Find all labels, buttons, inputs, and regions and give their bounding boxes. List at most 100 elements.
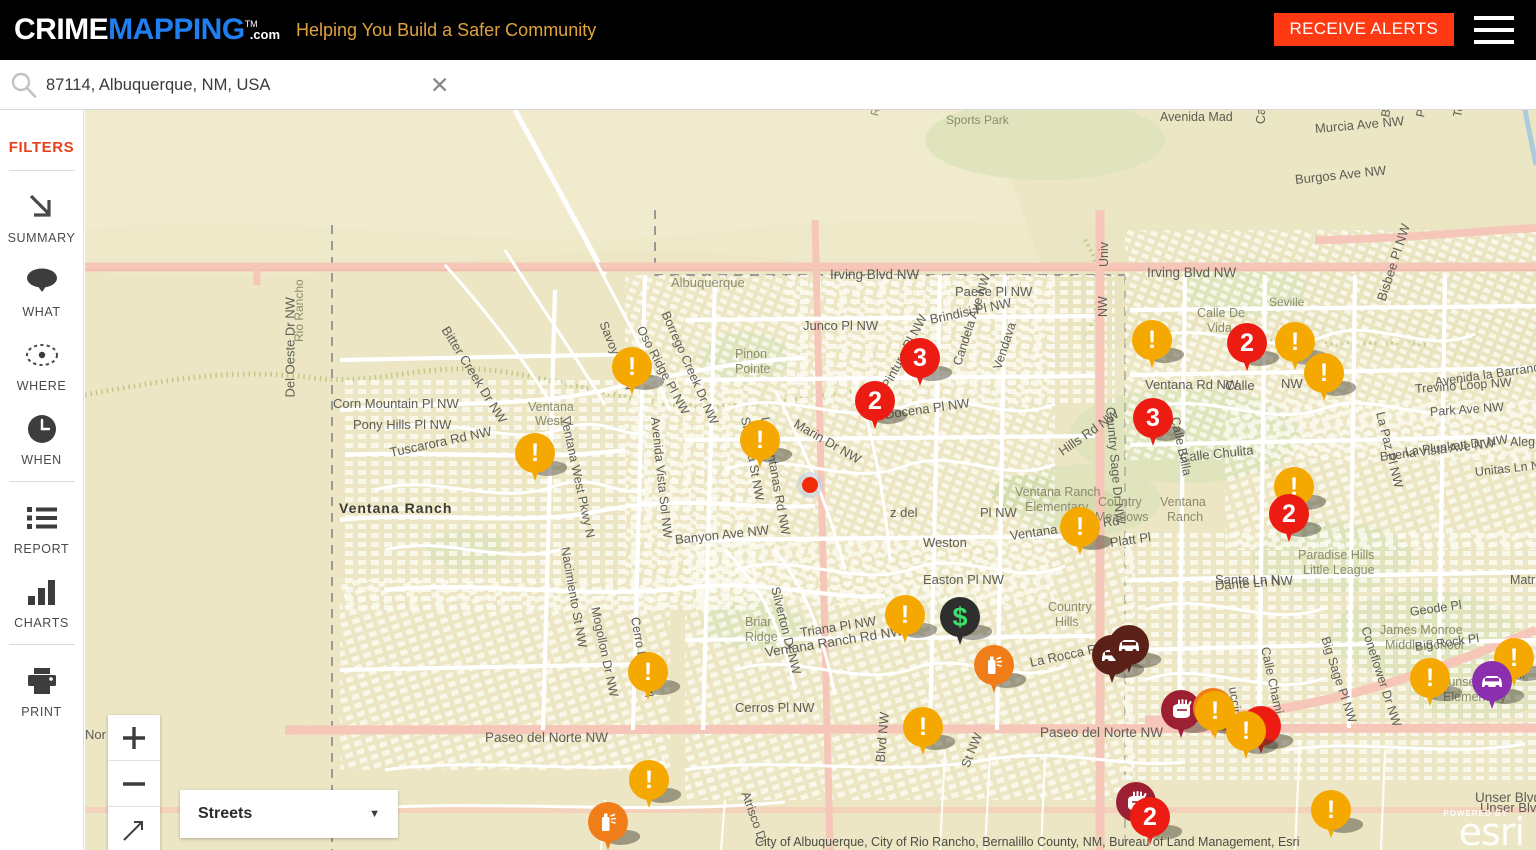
map-marker-alert[interactable]: ! <box>515 433 570 485</box>
marker-glyph: ! <box>900 600 910 629</box>
marker-glyph: $ <box>940 597 980 637</box>
map-marker-alert[interactable]: ! <box>885 595 940 647</box>
zoom-out-button[interactable] <box>108 761 160 807</box>
logo-crime-text: CRIME <box>14 13 109 46</box>
app-header: CRIME MAPPING TM .com Helping You Build a S… <box>0 0 1536 60</box>
sidebar-label-what: WHAT <box>22 305 61 319</box>
map-marker-cluster[interactable]: 2 <box>855 381 910 433</box>
sidebar-item-charts[interactable]: CHARTS <box>0 574 83 630</box>
map-marker-alert[interactable]: ! <box>629 760 684 812</box>
map-marker-alert[interactable]: ! <box>1132 320 1187 372</box>
sidebar-label-report: REPORT <box>13 542 70 556</box>
basemap-label: Streets <box>198 805 253 822</box>
sidebar-label-when: WHEN <box>21 453 62 467</box>
sidebar-item-what[interactable]: WHAT <box>0 263 83 319</box>
search-icon <box>11 72 37 98</box>
marker-glyph: ! <box>627 352 637 381</box>
map-marker-cluster[interactable]: 3 <box>1133 398 1188 450</box>
marker-glyph: 3 <box>913 343 927 372</box>
marker-glyph: 3 <box>1146 403 1160 432</box>
fist-icon <box>1173 699 1192 718</box>
sidebar-item-when[interactable]: WHEN <box>0 411 83 467</box>
map-marker-alert[interactable]: ! <box>1060 507 1115 559</box>
map-marker-money[interactable]: $ <box>940 597 995 649</box>
plus-icon <box>123 726 145 749</box>
map-marker-alert[interactable]: ! <box>1410 658 1465 710</box>
marker-glyph <box>1472 661 1512 701</box>
marker-glyph: 2 <box>1143 802 1157 831</box>
crime-map[interactable]: Sports Park Avenida Mad Murcia Ave NW Burgo… <box>85 110 1536 850</box>
map-marker-spray[interactable] <box>588 802 643 850</box>
sidebar-label-print: PRINT <box>21 705 62 719</box>
hamburger-menu-icon[interactable] <box>1474 16 1514 44</box>
map-attribution: City of Albuquerque, City of Rio Rancho,… <box>755 835 1300 849</box>
filters-sidebar: FILTERS SUMMARY WHAT WHERE WHEN REPORT C… <box>0 110 84 850</box>
list-icon <box>0 500 83 536</box>
map-marker-alert[interactable]: ! <box>1311 790 1366 842</box>
map-marker-alert[interactable]: ! <box>612 347 667 399</box>
printer-icon <box>0 663 83 699</box>
marker-glyph: 2 <box>868 386 882 415</box>
arrow-down-right-icon <box>0 189 83 225</box>
sidebar-item-summary[interactable]: SUMMARY <box>0 189 83 245</box>
car-icon <box>1119 640 1139 653</box>
receive-alerts-button[interactable]: RECEIVE ALERTS <box>1273 13 1454 46</box>
sidebar-label-summary: SUMMARY <box>7 231 76 245</box>
chevron-down-icon: ▼ <box>369 808 380 820</box>
marker-glyph: ! <box>1241 716 1251 745</box>
marker-glyph: ! <box>1147 325 1157 354</box>
brand-tagline: Helping You Build a Safer Community <box>296 19 597 40</box>
map-marker-alert[interactable]: ! <box>1304 353 1359 405</box>
marker-glyph <box>588 802 628 842</box>
map-marker-vehicle[interactable] <box>1109 625 1164 677</box>
marker-glyph: ! <box>1319 358 1329 387</box>
dollar-icon: $ <box>952 601 968 632</box>
marker-glyph: ! <box>1425 663 1435 692</box>
sidebar-divider-3 <box>8 644 75 645</box>
map-marker-spray[interactable] <box>974 645 1029 697</box>
locate-arrow-icon <box>123 821 143 841</box>
target-dotted-circle-icon <box>0 337 83 373</box>
filters-title: FILTERS <box>8 139 75 156</box>
esri-logo: POWERED BY esri <box>1426 806 1530 850</box>
marker-glyph: 2 <box>1282 499 1296 528</box>
map-marker-alert[interactable]: ! <box>903 707 958 759</box>
marker-glyph: ! <box>1075 512 1085 541</box>
sidebar-divider <box>8 170 75 171</box>
marker-glyph <box>1109 625 1149 665</box>
map-marker-alert[interactable]: ! <box>628 652 683 704</box>
basemap-selector[interactable]: Streets ▼ <box>180 790 398 838</box>
sidebar-divider-2 <box>8 481 75 482</box>
marker-glyph <box>974 645 1014 685</box>
map-marker-alert[interactable]: ! <box>740 420 795 472</box>
marker-glyph: ! <box>643 657 653 686</box>
spray-can-icon <box>988 656 1003 674</box>
clear-search-icon[interactable]: ✕ <box>430 73 449 97</box>
logo-mapping-text: MAPPING <box>108 13 245 46</box>
map-marker-cluster[interactable]: 2 <box>1269 494 1324 546</box>
map-marker-cluster[interactable]: 3 <box>900 338 955 390</box>
search-toolbar: ✕ GO 44 Records Date Range: 4-8-2022 to … <box>0 60 1536 164</box>
map-marker-cluster[interactable]: 2 <box>1227 323 1282 375</box>
sidebar-item-where[interactable]: WHERE <box>0 337 83 393</box>
marker-glyph: ! <box>530 438 540 467</box>
map-marker-alert[interactable]: ! <box>1226 711 1281 763</box>
bar-chart-icon <box>0 574 83 610</box>
sidebar-item-print[interactable]: PRINT <box>0 663 83 719</box>
esri-wordmark: esri <box>1458 810 1525 850</box>
map-zoom-controls[interactable] <box>108 715 160 850</box>
logo-domain-text: .com <box>249 27 281 42</box>
zoom-in-button[interactable] <box>108 715 160 761</box>
logo-tm-mark: TM <box>244 19 258 29</box>
sidebar-item-report[interactable]: REPORT <box>0 500 83 556</box>
marker-glyph: ! <box>755 425 765 454</box>
brand-logo[interactable]: CRIME MAPPING TM .com <box>14 13 280 47</box>
search-input[interactable] <box>46 72 421 98</box>
locate-button[interactable] <box>108 807 160 850</box>
car-icon <box>1482 676 1502 689</box>
speech-bubble-icon <box>0 263 83 299</box>
map-marker-vehicle-p[interactable] <box>1472 661 1527 713</box>
search-center-dot <box>797 472 823 498</box>
marker-glyph: ! <box>1326 795 1336 824</box>
marker-glyph: ! <box>918 712 928 741</box>
